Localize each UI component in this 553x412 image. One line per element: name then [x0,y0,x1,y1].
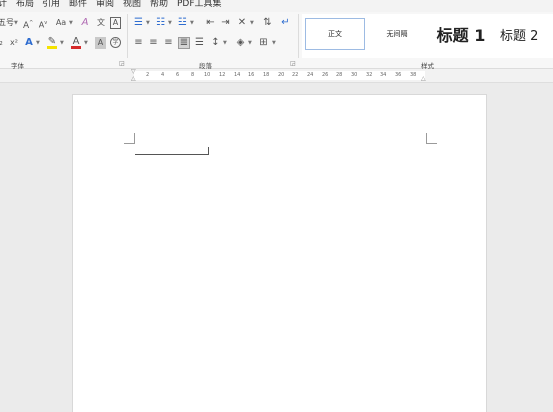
line-spacing-dropdown-icon[interactable]: ▼ [223,37,227,49]
word-window: 计 布局 引用 邮件 审阅 视图 帮助 PDF工具集 五号 ▼ A^ Av Aa… [0,0,553,412]
change-case-dropdown-icon[interactable]: ▼ [69,17,73,29]
shading-dropdown-icon[interactable]: ▼ [248,37,252,49]
justify-icon[interactable]: ≣ [178,37,190,49]
increase-indent-icon[interactable]: ⇥ [220,17,231,29]
bullets-dropdown-icon[interactable]: ▼ [146,17,150,29]
highlight-button[interactable]: ✎ [47,37,57,49]
ribbon: 五号 ▼ A^ Av Aa ▼ A 文 A ₂ x² A ▼ ✎ ▼ A ▼ A… [0,12,553,70]
change-case-button[interactable]: Aa [54,17,68,29]
text-effects-button[interactable]: A [24,37,34,49]
menu-help[interactable]: 帮助 [150,0,168,9]
borders-dropdown-icon[interactable]: ▼ [272,37,276,49]
ruler-tick-label: 2 [146,72,150,78]
shrink-font-button[interactable]: Av [38,17,48,32]
group-separator [298,14,299,58]
numbering-icon[interactable]: ☷ [155,17,166,29]
chinese-layout-icon[interactable]: ✕ [236,17,248,29]
ruler-tick-label: 20 [278,72,285,78]
ruler-tick-label: 24 [307,72,314,78]
show-marks-icon[interactable]: ↵ [280,17,291,29]
align-center-icon[interactable]: ≡ [148,37,159,49]
font-size-select[interactable]: 五号 [0,17,14,29]
line-spacing-icon[interactable]: ↕ [210,37,221,49]
ruler-tick-label: 26 [322,72,329,78]
ruler-tick-label: 22 [292,72,299,78]
ruler-tick-label: 32 [366,72,373,78]
ruler-tick-label: 18 [263,72,270,78]
style-normal[interactable]: 正文 [305,18,365,50]
align-left-icon[interactable]: ≡ [133,37,144,49]
text-effects-dropdown-icon[interactable]: ▼ [36,37,40,49]
font-color-button[interactable]: A [71,37,81,49]
align-right-icon[interactable]: ≡ [163,37,174,49]
ruler-tick-label: 34 [380,72,387,78]
font-size-dropdown-icon[interactable]: ▼ [14,17,18,29]
enclose-characters-button[interactable]: 字 [110,37,121,48]
chinese-layout-dropdown-icon[interactable]: ▼ [250,17,254,29]
multilevel-list-icon[interactable]: ☳ [177,17,188,29]
ruler-tick-label: 36 [395,72,402,78]
styles-gallery: 正文 无间隔 标题 1 标题 2 [302,14,553,58]
style-heading-1[interactable]: 标题 1 [428,18,494,50]
menu-bar: 计 布局 引用 邮件 审阅 视图 帮助 PDF工具集 [0,0,553,12]
ruler-tick-label: 10 [204,72,211,78]
ruler-tick-label: 6 [176,72,180,78]
style-no-spacing[interactable]: 无间隔 [372,18,422,50]
menu-design[interactable]: 计 [0,0,7,9]
font-color-dropdown-icon[interactable]: ▼ [84,37,88,49]
subscript-button[interactable]: ₂ [0,37,4,49]
numbering-dropdown-icon[interactable]: ▼ [168,17,172,29]
grow-font-button[interactable]: A^ [23,17,33,32]
highlight-dropdown-icon[interactable]: ▼ [60,37,64,49]
ruler-tick-label: 14 [234,72,241,78]
right-indent-marker-icon[interactable]: △ [421,76,426,82]
sort-icon[interactable]: ⇅ [262,17,273,29]
paragraph-dialog-launcher-icon[interactable]: ◲ [290,60,296,67]
ruler-tick-label: 12 [219,72,226,78]
clear-format-button[interactable]: A [80,17,90,29]
character-shading-button[interactable]: A [95,37,106,49]
ruler-tick-label: 38 [410,72,417,78]
distributed-icon[interactable]: ☰ [194,37,205,49]
borders-icon[interactable]: ⊞ [258,37,269,49]
ruler-tick-label: 16 [248,72,255,78]
character-border-button[interactable]: A [110,17,121,29]
font-dialog-launcher-icon[interactable]: ◲ [119,60,125,67]
ruler-tick-label: 8 [191,72,195,78]
menu-view[interactable]: 视图 [123,0,141,9]
horizontal-ruler[interactable]: ▽ △ △ 2 4 6 8 10 12 14 16 18 20 22 24 26… [0,69,553,83]
ruler-tick-label: 30 [351,72,358,78]
ruler-tick-label: 4 [161,72,165,78]
crop-mark-top-right [426,133,437,144]
text-insertion-line [135,154,209,155]
document-page[interactable] [72,94,487,412]
group-separator [127,14,128,58]
paragraph-shading-icon[interactable]: ◈ [235,37,246,49]
superscript-button[interactable]: x² [8,37,20,49]
bullets-icon[interactable]: ☰ [133,17,144,29]
menu-pdf-tools[interactable]: PDF工具集 [177,0,222,9]
style-heading-2[interactable]: 标题 2 [500,18,553,50]
menu-references[interactable]: 引用 [42,0,60,9]
hanging-indent-marker-icon[interactable]: △ [131,76,136,82]
text-cursor [208,147,209,155]
decrease-indent-icon[interactable]: ⇤ [205,17,216,29]
menu-layout[interactable]: 布局 [16,0,34,9]
phonetic-guide-button[interactable]: 文 [96,17,106,29]
menu-review[interactable]: 审阅 [96,0,114,9]
ruler-tick-label: 28 [336,72,343,78]
multilevel-list-dropdown-icon[interactable]: ▼ [190,17,194,29]
menu-mailings[interactable]: 邮件 [69,0,87,9]
crop-mark-top-left [124,133,135,144]
